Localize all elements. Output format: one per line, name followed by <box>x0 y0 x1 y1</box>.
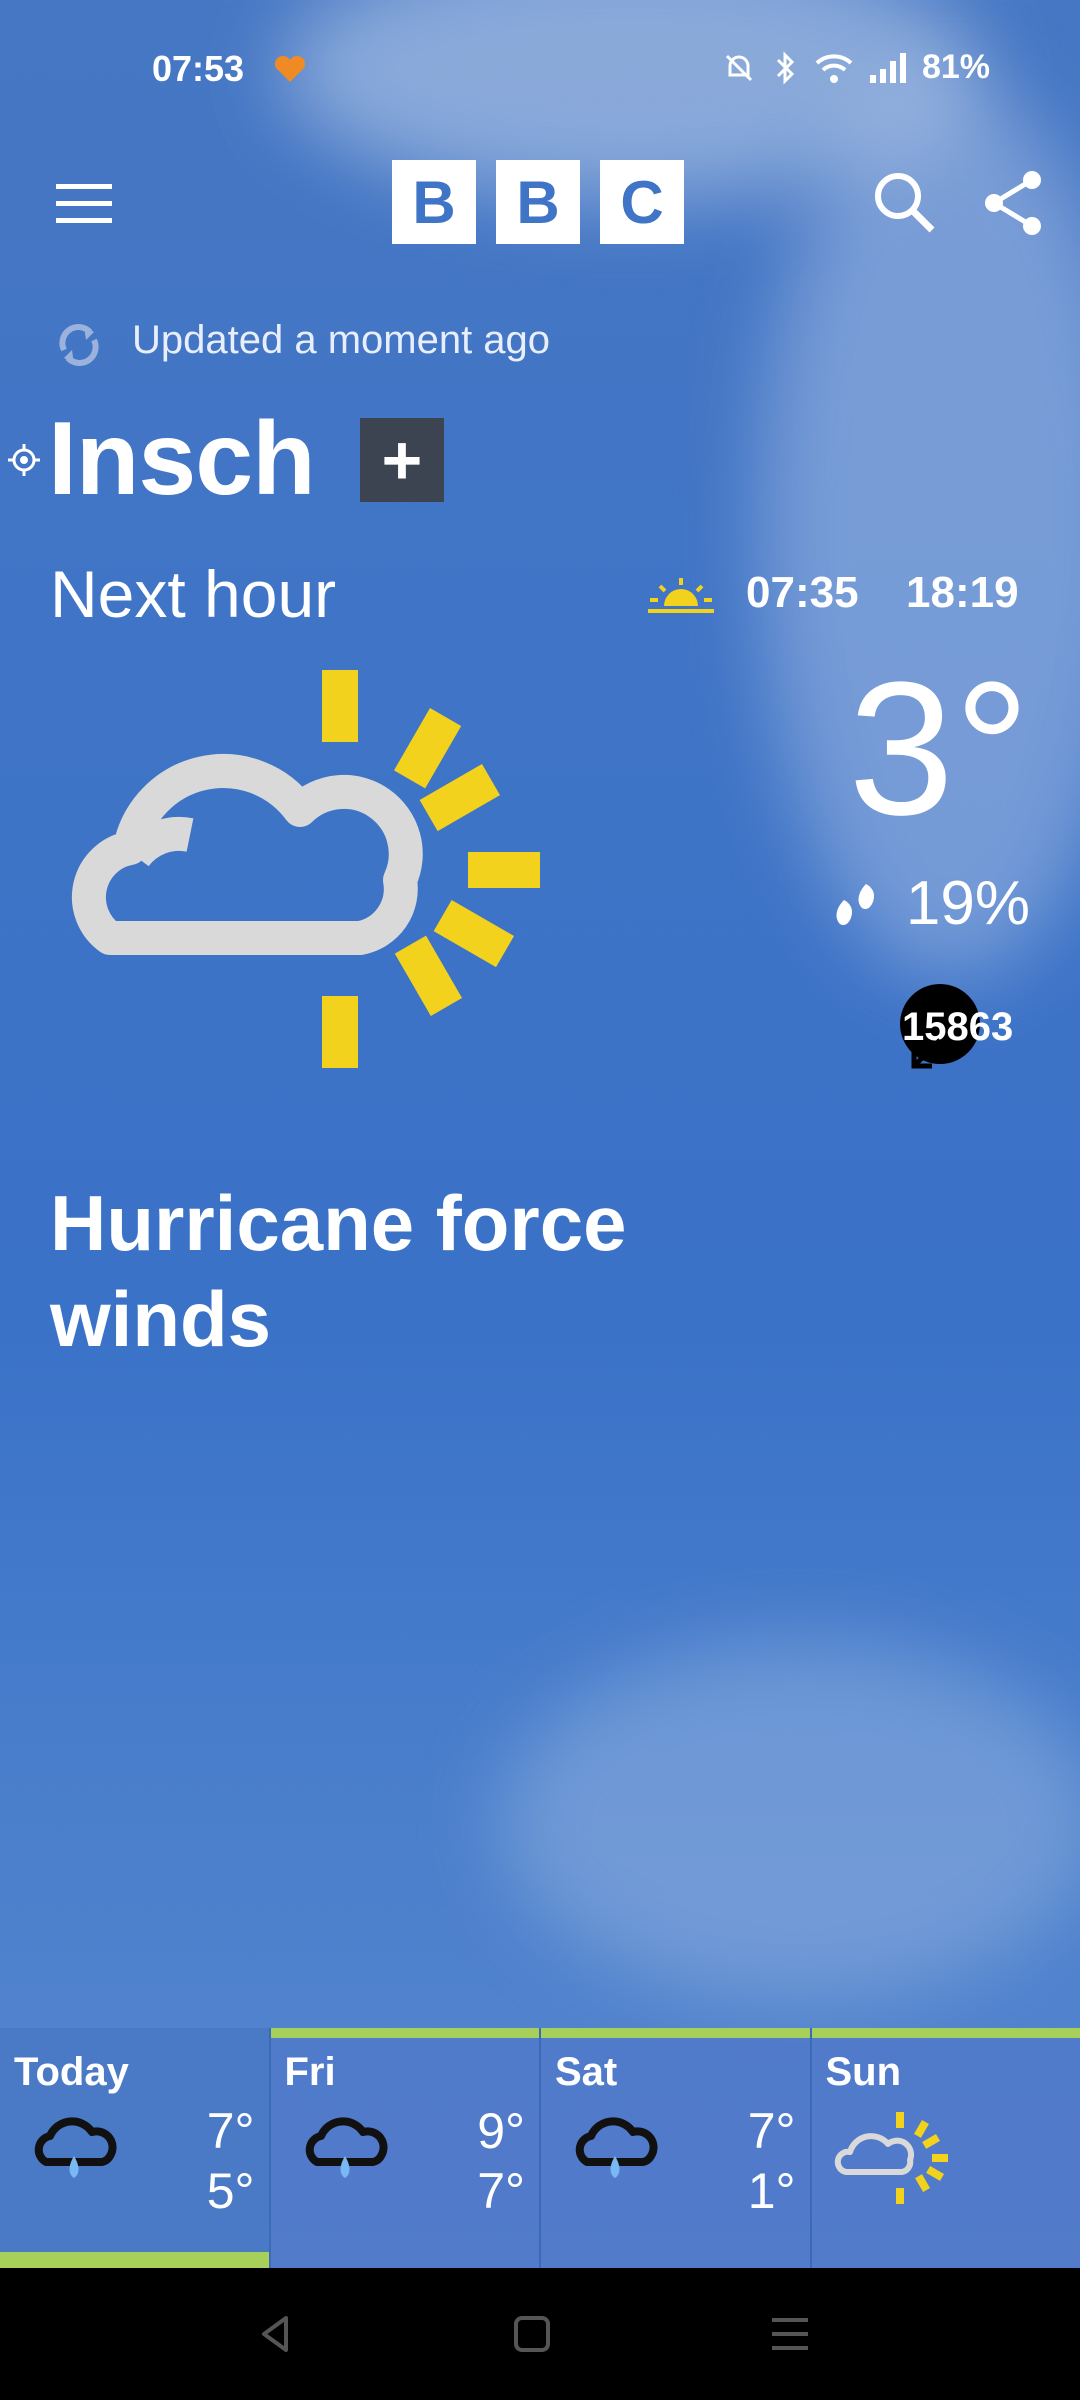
sunrise-time: 07:35 <box>746 568 859 617</box>
system-nav-bar <box>0 2268 1080 2400</box>
status-icons: 81% <box>722 48 990 87</box>
back-icon[interactable] <box>246 2304 306 2364</box>
location-name: Insch <box>48 401 316 517</box>
bbc-logo-letter: B <box>496 160 580 244</box>
sun-cloud-icon <box>834 2112 948 2204</box>
forecast-day-name: Fri <box>284 2050 336 2094</box>
bbc-logo: B B C <box>392 160 684 244</box>
selected-indicator <box>0 2252 269 2268</box>
bbc-logo-letter: C <box>600 160 684 244</box>
forecast-low: 1° <box>747 2163 796 2219</box>
rain-cloud-icon <box>34 2117 117 2178</box>
home-icon[interactable] <box>502 2304 562 2364</box>
heart-icon <box>274 55 306 82</box>
signal-icon <box>869 52 906 83</box>
wind-arrow-icon <box>911 1038 942 1069</box>
weather-headline: Hurricane force winds <box>50 1179 627 1363</box>
rain-cloud-icon <box>575 2117 658 2178</box>
location-target-icon[interactable] <box>8 444 40 476</box>
forecast-day-sun[interactable]: Sun <box>811 2028 1080 2268</box>
forecast-day-sat[interactable]: Sat 7° 1° <box>541 2028 812 2268</box>
period-label: Next hour <box>50 557 337 631</box>
current-temperature: 3° <box>848 643 1030 855</box>
forecast-high: 7° <box>747 2103 796 2159</box>
forecast-day-name: Today <box>14 2050 129 2094</box>
battery-level: 81% <box>921 48 990 86</box>
forecast-low: 7° <box>477 2163 525 2219</box>
forecast-day-today[interactable]: Today 7° 5° <box>0 2028 271 2268</box>
forecast-high: 9° <box>477 2103 525 2159</box>
forecast-low: 5° <box>206 2163 255 2219</box>
sunset-time: 18:19 <box>906 568 1019 617</box>
sun-cloud-icon <box>71 670 540 1068</box>
sunrise-icon <box>648 578 714 613</box>
refresh-icon[interactable] <box>54 320 104 370</box>
day-accent-bar <box>270 2028 539 2038</box>
forecast-day-name: Sun <box>825 2050 902 2094</box>
share-icon[interactable] <box>982 170 1044 236</box>
updated-text: Updated a moment ago <box>132 318 551 362</box>
raindrop-icon <box>836 884 874 926</box>
day-accent-bar <box>541 2028 810 2038</box>
bluetooth-icon <box>776 50 795 85</box>
status-time: 07:53 <box>152 48 245 89</box>
mute-icon <box>725 54 752 81</box>
forecast-day-name: Sat <box>555 2050 618 2094</box>
forecast-strip: Today 7° 5° Fri 9° 7° Sat 7° 1° Sun <box>0 2028 1080 2268</box>
rain-cloud-icon <box>305 2117 388 2178</box>
forecast-high: 7° <box>206 2103 255 2159</box>
bbc-logo-letter: B <box>392 160 476 244</box>
recents-icon[interactable] <box>760 2304 820 2364</box>
menu-icon[interactable] <box>56 184 112 224</box>
add-location-button[interactable]: + <box>360 418 444 502</box>
precip-chance: 19% <box>905 869 1030 938</box>
search-icon[interactable] <box>872 170 936 234</box>
wifi-icon <box>815 53 853 83</box>
day-accent-bar <box>811 2028 1080 2038</box>
forecast-day-fri[interactable]: Fri 9° 7° <box>270 2028 541 2268</box>
